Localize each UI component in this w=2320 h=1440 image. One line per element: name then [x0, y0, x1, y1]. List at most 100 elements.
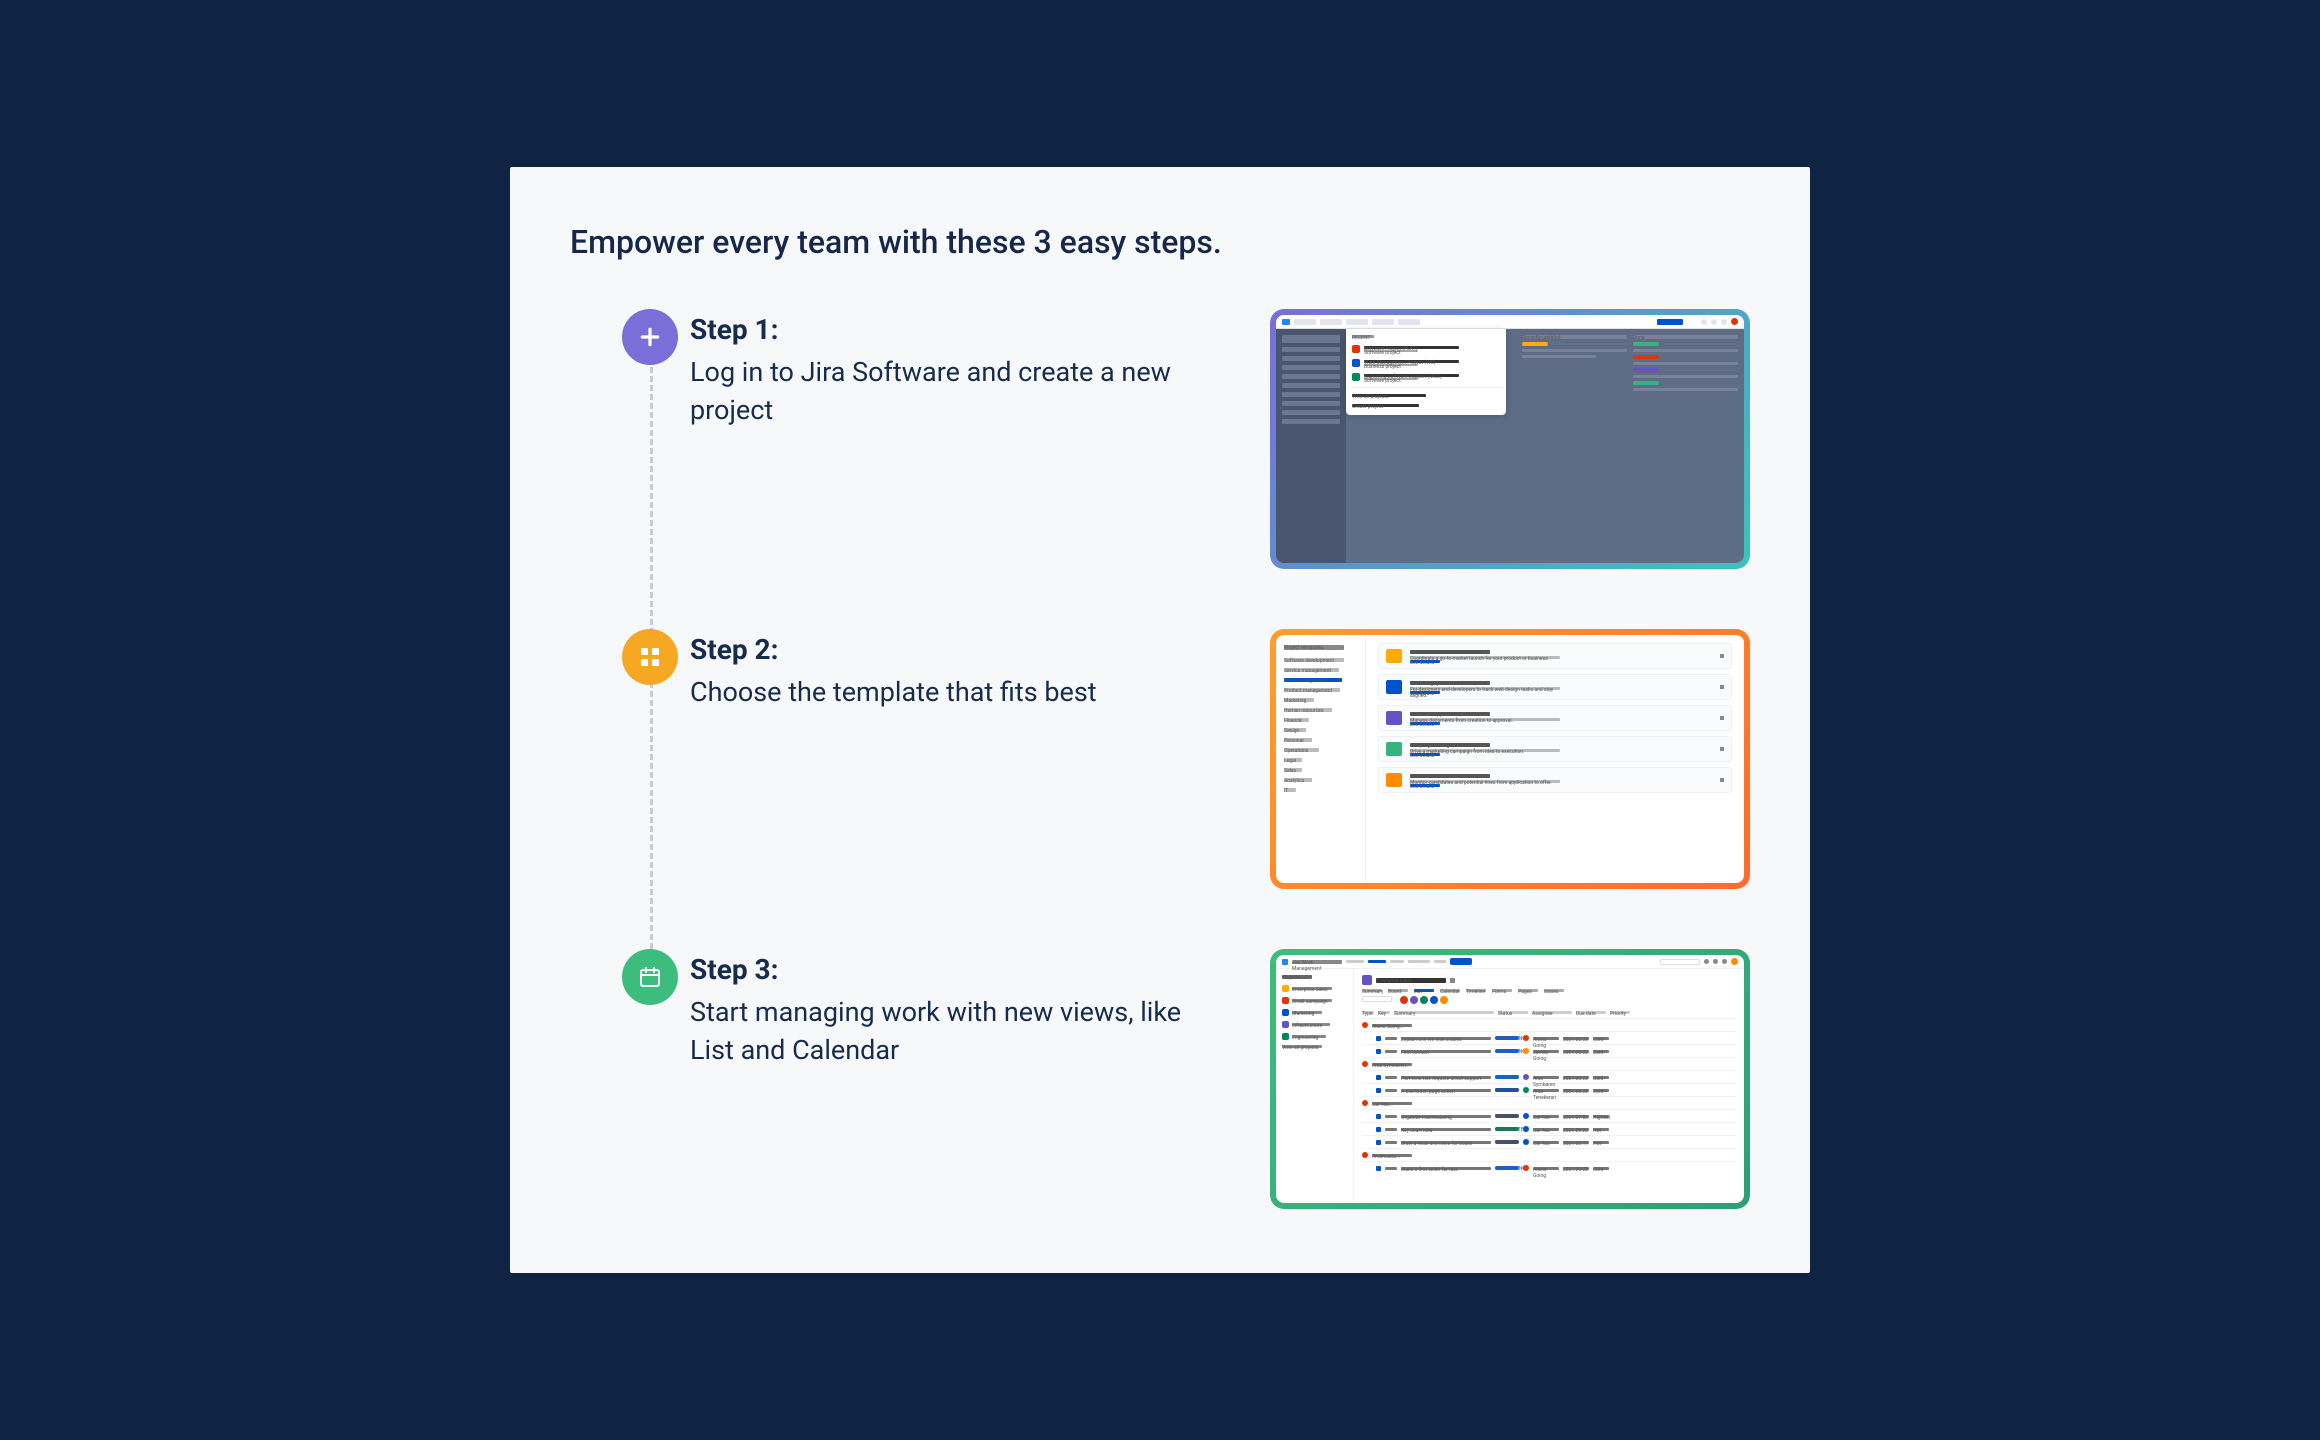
project-icon [1282, 985, 1289, 992]
project-header: Enterprise sales [1362, 975, 1736, 985]
table-row: Organize mailhouseing TO DO Cai Yao 2021… [1362, 1109, 1736, 1122]
menu-item: Marketing Software Support (MCS)Software… [1350, 370, 1502, 384]
sidebar-item: Sales [1284, 768, 1302, 772]
board-column: Recently updated [1522, 335, 1627, 394]
priority: Cold [1593, 1076, 1609, 1079]
project-icon [1282, 997, 1289, 1004]
status-badge: TO DO [1495, 1114, 1519, 1118]
chevron-right-icon [1720, 685, 1724, 689]
issue-type-icon [1376, 1166, 1381, 1171]
table-row: Alexis Going... [1362, 1018, 1736, 1031]
tab-selected: List [1414, 989, 1434, 992]
calendar-icon [622, 949, 678, 1005]
group-avatar [1362, 1152, 1368, 1158]
project-icon [1282, 1033, 1289, 1040]
priority: Highest [1593, 1115, 1609, 1118]
step-2-thumbnail: Project templates Software development S… [1270, 629, 1750, 889]
nav-item [1346, 319, 1368, 325]
chevron-right-icon [1720, 778, 1724, 782]
sidebar-item: Operations [1284, 748, 1319, 752]
group-avatar [1362, 1100, 1368, 1106]
help-icon [1713, 959, 1718, 964]
plus-icon [622, 309, 678, 365]
assignee-avatar [1523, 1074, 1529, 1080]
sidebar-title: Projects [1282, 975, 1312, 979]
nav-item [1434, 960, 1446, 963]
table-row: Explain one we wait a sales CONTACTING A… [1362, 1031, 1736, 1044]
nav-item [1294, 319, 1316, 325]
help-icon [1711, 319, 1717, 325]
assignee-name: Cai Yao [1533, 1128, 1559, 1131]
table-row: Make a first seller for rate CONTACTING … [1362, 1161, 1736, 1174]
table-row: Part-time tele requote direct support IN… [1362, 1070, 1736, 1083]
settings-icon [1721, 319, 1727, 325]
sidebar-item: Finance [1284, 718, 1309, 722]
step-2: Step 2: Choose the template that fits be… [570, 629, 1750, 889]
create-button [1657, 319, 1683, 325]
menu-item: Software Project (PLAT)Software project [1350, 342, 1502, 356]
step-3: Step 3: Start managing work with new vie… [570, 949, 1750, 1209]
sidebar-item: Infrastructure [1282, 1021, 1347, 1028]
step-1-title: Step 1: [690, 313, 1190, 346]
avatar [1420, 996, 1428, 1004]
table-row: Aras Symbaren... [1362, 1057, 1736, 1070]
issue-summary: First contact [1401, 1050, 1491, 1053]
issue-type-icon [1376, 1036, 1381, 1041]
issue-type-icon [1376, 1114, 1381, 1119]
template-icon [1386, 649, 1402, 663]
tab: Pages [1518, 989, 1538, 992]
sidebar-item: Design [1284, 728, 1306, 732]
step-1: Step 1: Log in to Jira Software and crea… [570, 309, 1750, 569]
avatar [1400, 996, 1408, 1004]
issue-type-icon [1376, 1075, 1381, 1080]
nav-item [1390, 960, 1404, 963]
group-label: Americana... [1372, 1154, 1412, 1157]
project-icon [1352, 373, 1360, 381]
search-input [1660, 959, 1700, 965]
view-tabs: Summary Board List Calendar Timeline For… [1362, 989, 1736, 992]
assignee-avatars [1362, 996, 1736, 1004]
due-date: 2021.08.22 [1563, 1089, 1589, 1092]
due-date: 2021.09.22 [1563, 1128, 1589, 1131]
settings-icon [1722, 959, 1727, 964]
template-card: Campaign managementDrive a marketing cam… [1378, 736, 1732, 762]
avatar [1410, 996, 1418, 1004]
thumb3-sidebar: Projects Enterprise sales Email campaign… [1276, 969, 1354, 1203]
assignee-avatar [1523, 1048, 1529, 1054]
issue-type-icon [1376, 1088, 1381, 1093]
template-icon [1386, 680, 1402, 694]
template-list: Go-to-MarketCoordinate a go-to-market la… [1366, 635, 1744, 883]
table-row: Key chart idea CONTRACTED Cai Yao 2021.0… [1362, 1122, 1736, 1135]
sidebar-item: Human resources [1284, 708, 1332, 712]
project-title: Enterprise sales [1376, 978, 1446, 983]
template-card: RecruitmentMonitor candidates and potent… [1378, 767, 1732, 793]
avatar [1440, 996, 1448, 1004]
jira-logo-icon [1282, 319, 1290, 325]
status-badge: TO DO [1495, 1140, 1519, 1144]
table-row: Draw a relax one there for board TO DO C… [1362, 1135, 1736, 1148]
step-3-desc: Start managing work with new views, like… [690, 994, 1190, 1070]
sidebar-item: Engineering [1282, 1033, 1347, 1040]
issue-key [1385, 1089, 1397, 1092]
project-icon [1362, 975, 1372, 985]
board-columns: Recently updated Done [1522, 335, 1738, 394]
assignee-name: Aras Tenekeran [1533, 1089, 1559, 1092]
table-row: First contact CONTACTING James Going 202… [1362, 1044, 1736, 1057]
step-3-title: Step 3: [690, 953, 1190, 986]
table-row: Americana... [1362, 1148, 1736, 1161]
thumb3-topnav: Jira Work Management [1276, 955, 1744, 969]
thumb1-sidebar [1276, 329, 1346, 563]
sidebar-item-selected: Work management [1284, 678, 1342, 682]
app-title: Jira Work Management [1292, 960, 1342, 964]
template-icon [1386, 711, 1402, 725]
assignee-name: Aras Symbaren [1533, 1076, 1559, 1079]
notification-icon [1704, 959, 1709, 964]
sidebar-item: Marketing [1282, 1009, 1347, 1016]
status-badge: CONTACTING [1495, 1166, 1519, 1170]
assignee-avatar [1523, 1126, 1529, 1132]
sidebar-item: Personal [1284, 738, 1312, 742]
project-icon [1282, 1021, 1289, 1028]
template-sidebar: Project templates Software development S… [1276, 635, 1366, 883]
step-3-thumbnail: Jira Work Management [1270, 949, 1750, 1209]
chevron-right-icon [1720, 747, 1724, 751]
